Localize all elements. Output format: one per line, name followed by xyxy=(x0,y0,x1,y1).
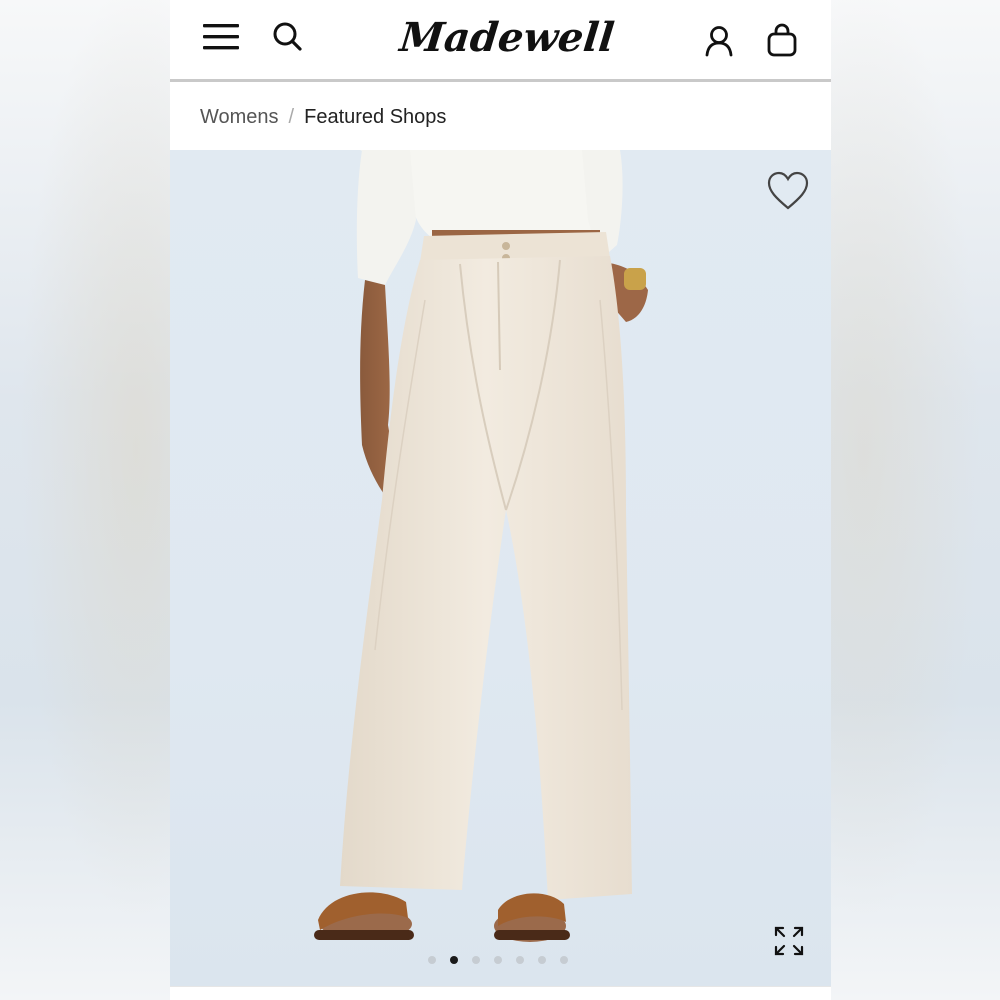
breadcrumb: Womens / Featured Shops xyxy=(170,85,831,150)
mobile-page: Madewell Womens / Featured Shops xyxy=(170,0,831,1000)
carousel-dot[interactable] xyxy=(428,956,436,964)
user-account-icon[interactable] xyxy=(704,25,734,57)
breadcrumb-separator: / xyxy=(288,106,295,128)
product-image-carousel[interactable] xyxy=(170,150,831,986)
madewell-logo[interactable]: Madewell xyxy=(397,8,617,68)
hamburger-menu-icon[interactable] xyxy=(203,22,239,52)
carousel-dot[interactable] xyxy=(472,956,480,964)
breadcrumb-womens[interactable]: Womens xyxy=(200,106,279,129)
product-photo xyxy=(314,150,648,942)
breadcrumb-featured-shops[interactable]: Featured Shops xyxy=(304,106,446,129)
carousel-pagination xyxy=(428,954,568,966)
carousel-dot[interactable] xyxy=(560,956,568,964)
search-icon[interactable] xyxy=(272,21,304,53)
shopping-bag-icon[interactable] xyxy=(766,23,798,57)
site-header: Madewell xyxy=(170,0,831,82)
carousel-dot[interactable] xyxy=(494,956,502,964)
expand-arrows-icon[interactable] xyxy=(770,922,808,960)
carousel-dot[interactable] xyxy=(538,956,546,964)
heart-icon[interactable] xyxy=(766,170,810,212)
carousel-dot[interactable] xyxy=(516,956,524,964)
carousel-dot-active[interactable] xyxy=(450,956,458,964)
page-bottom-edge xyxy=(170,986,831,1000)
